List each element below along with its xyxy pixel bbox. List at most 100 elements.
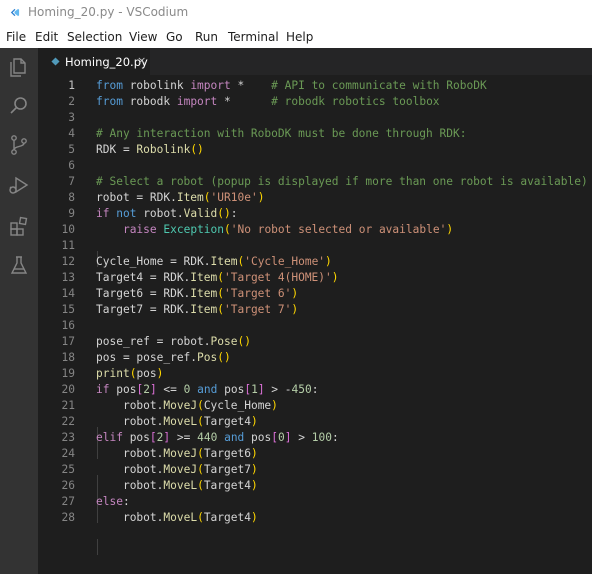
source-control-icon[interactable] (7, 133, 31, 157)
menu-selection[interactable]: Selection (67, 30, 122, 44)
code-text: pose_ref = robot.Pose() (96, 334, 251, 350)
code-token: Valid (183, 207, 218, 220)
code-token: # Any interaction with RoboDK must be do… (96, 127, 467, 140)
line-number: 28 (61, 511, 75, 524)
code-line: 12 Cycle_Home = RDK.Item('Cycle_Home') (38, 254, 592, 270)
line-number: 5 (68, 143, 75, 156)
code-token: pose_ref = robot. (96, 335, 211, 348)
code-token: if (96, 383, 110, 396)
code-line: 27 else: (38, 494, 592, 510)
menu-help[interactable]: Help (286, 30, 313, 44)
code-token: 'Cycle_Home' (244, 255, 326, 268)
menu-view[interactable]: View (129, 30, 157, 44)
code-token: print (96, 367, 130, 380)
line-number: 15 (61, 303, 75, 316)
code-token: Exception (163, 223, 225, 236)
code-token: ] (284, 431, 292, 444)
code-line: 13 Target4 = RDK.Item('Target 4(HOME)') (38, 270, 592, 286)
code-token: Target4 = RDK. (96, 271, 191, 284)
code-token: ] (149, 383, 157, 396)
code-token: pos (244, 431, 272, 444)
code-token: robot. (122, 415, 164, 428)
code-token: () (237, 335, 251, 348)
code-token: # robodk robotics toolbox (271, 95, 440, 108)
menu-go[interactable]: Go (166, 30, 183, 44)
line-number: 8 (68, 191, 75, 204)
code-line: 17 pose_ref = robot.Pose() (38, 334, 592, 350)
code-token: if (96, 207, 110, 220)
python-file-icon (51, 57, 60, 66)
code-token: ( (197, 447, 204, 460)
code-text: if not robot.Valid(): (96, 206, 238, 222)
code-text: robot.MoveJ(Target7) (96, 462, 258, 478)
code-token: 440 (197, 431, 218, 444)
code-token: else (96, 495, 123, 508)
code-token: Item (190, 287, 218, 300)
code-token: elif (96, 431, 123, 444)
code-token: ( (203, 191, 211, 204)
menu-run[interactable]: Run (195, 30, 218, 44)
code-token: () (217, 351, 231, 364)
code-token: ) (250, 479, 258, 492)
code-token: robot. (136, 207, 184, 220)
code-token: 450 (291, 383, 312, 396)
code-token: robot. (122, 399, 164, 412)
line-number: 20 (61, 383, 75, 396)
extensions-icon[interactable] (7, 214, 31, 238)
code-token: Pos (197, 351, 218, 364)
code-token: raise (122, 223, 157, 236)
code-token: Item (210, 255, 238, 268)
menu-edit[interactable]: Edit (35, 30, 58, 44)
line-number: 10 (61, 223, 75, 236)
code-token: > (291, 431, 312, 444)
tab-close-icon[interactable]: × (137, 54, 146, 67)
code-token: () (190, 143, 204, 156)
line-number: 7 (68, 175, 75, 188)
code-token: : (230, 207, 238, 220)
code-token: MoveL (163, 511, 198, 524)
code-token: ) (156, 367, 164, 380)
code-token: ( (217, 303, 224, 316)
code-token: Pose (210, 335, 238, 348)
line-number: 23 (61, 431, 75, 444)
code-line: 20 if pos[2] <= 0 and pos[1] > -450: (38, 382, 592, 398)
code-line: 15 Target7 = RDK.Item('Target 7') (38, 302, 592, 318)
run-debug-icon[interactable] (7, 173, 31, 197)
code-text: # Select a robot (popup is displayed if … (96, 174, 588, 190)
testing-icon[interactable] (7, 254, 31, 278)
line-number: 1 (68, 79, 75, 92)
code-token: pos (122, 431, 150, 444)
code-token: 'No robot selected or available' (230, 223, 447, 236)
code-token: pos = pose_ref. (96, 351, 198, 364)
line-number: 17 (61, 335, 75, 348)
line-number: 16 (61, 319, 75, 332)
code-text: robot.MoveJ(Target6) (96, 446, 258, 462)
indent-guide (97, 539, 98, 555)
code-line: 23 elif pos[2] >= 440 and pos[0] > 100: (38, 430, 592, 446)
code-token: Target4 (203, 479, 251, 492)
explorer-icon[interactable] (7, 55, 31, 79)
menu-file[interactable]: File (6, 30, 26, 44)
code-token: MoveJ (163, 463, 198, 476)
code-line: 2 from robodk import * # robodk robotics … (38, 94, 592, 110)
line-number: 22 (61, 415, 75, 428)
menu-bar: File Edit Selection View Go Run Terminal… (0, 26, 592, 48)
code-line: 24 robot.MoveJ(Target6) (38, 446, 592, 462)
line-number: 3 (68, 111, 75, 124)
window-title: Homing_20.py - VSCodium (28, 5, 189, 19)
code-token: ) (291, 287, 299, 300)
tab-label: Homing_20.py (65, 55, 148, 69)
tab-homing-20-py[interactable]: Homing_20.py × (38, 48, 150, 75)
code-token: * (230, 79, 272, 92)
tab-strip: Homing_20.py × (38, 48, 592, 75)
code-text: from robolink import * # API to communic… (96, 78, 487, 94)
menu-terminal[interactable]: Terminal (228, 30, 279, 44)
search-icon[interactable] (7, 94, 31, 118)
code-line: 19 print(pos) (38, 366, 592, 382)
